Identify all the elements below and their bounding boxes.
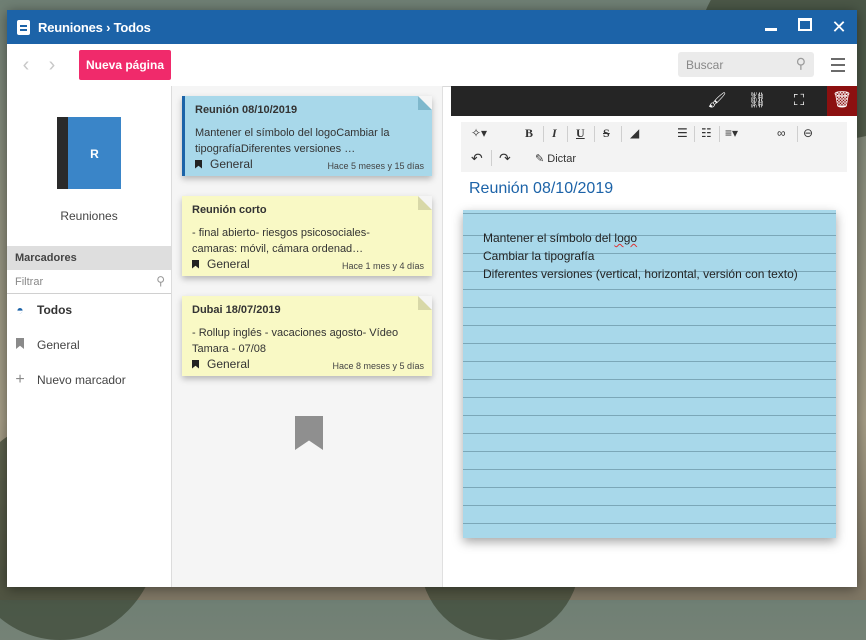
sidebar-item-todos[interactable]: ◓ Todos — [7, 299, 171, 321]
page-fold — [418, 96, 432, 110]
note-card[interactable]: Reunión corto - final abierto- riesgos p… — [182, 196, 432, 276]
plus-icon: + — [15, 371, 25, 388]
back-arrow-icon[interactable]: ‹ — [19, 54, 33, 77]
note-card-preview: Mantener el símbolo del logoCambiar la t… — [195, 127, 390, 155]
dictate-label: Dictar — [547, 153, 577, 165]
strikethrough-button[interactable]: S — [603, 126, 610, 141]
note-title[interactable]: Reunión 08/10/2019 — [469, 180, 613, 198]
filter-placeholder: Filtrar — [15, 275, 44, 288]
bookmark-icon — [192, 259, 199, 269]
sidebar: R Reuniones Marcadores Filtrar ⚲ ◓ Todos… — [7, 86, 172, 587]
link-icon[interactable]: ∞ — [777, 126, 786, 140]
bookmark-icon — [13, 338, 27, 352]
new-page-button[interactable]: Nueva página — [79, 50, 172, 80]
note-line: Diferentes versiones (vertical, horizont… — [483, 267, 798, 281]
note-editor: 🖌 ⛓ ⛶ 🗑 ✧▾ B I U S ◢ ☰ ☷ ≡▾ ∞ ⊖ ↶ ↷ ✎ Di… — [451, 86, 857, 587]
minimize-icon — [765, 28, 777, 31]
note-card-title: Dubai 18/07/2019 — [192, 304, 281, 316]
maximize-button[interactable] — [797, 18, 813, 36]
menu-icon[interactable] — [831, 58, 845, 76]
magic-wand-icon[interactable]: ✧▾ — [471, 126, 487, 140]
tag-label: General — [210, 157, 253, 171]
misspelled-word: logo — [614, 231, 638, 245]
note-card[interactable]: Dubai 18/07/2019 - Rollup inglés - vacac… — [182, 296, 432, 376]
bullet-list-icon[interactable]: ☰ — [677, 126, 688, 140]
pencil-icon: ✎ — [535, 153, 545, 165]
notebook-name: Reuniones — [60, 209, 118, 223]
numbered-list-icon[interactable]: ☷ — [701, 126, 712, 140]
tag-label: General — [207, 357, 250, 371]
title-bar: Reuniones › Todos ✕ — [7, 10, 857, 44]
note-line-text: Mantener el símbolo del — [483, 231, 615, 245]
note-card-tag: General — [192, 357, 250, 371]
sidebar-item-new-bookmark[interactable]: + Nuevo marcador — [7, 369, 171, 391]
bookmark-icon — [192, 359, 199, 369]
note-card-time: Hace 5 meses y 15 días — [327, 161, 424, 171]
note-card-title: Reunión corto — [192, 204, 267, 216]
brush-icon[interactable]: 🖌 — [707, 91, 727, 111]
bookmark-icon — [195, 159, 202, 169]
sidebar-item-label: Todos — [37, 303, 73, 317]
note-card-title: Reunión 08/10/2019 — [195, 104, 298, 116]
bold-button[interactable]: B — [525, 126, 533, 141]
delete-button[interactable]: 🗑 — [827, 86, 857, 116]
notebook-app-icon — [17, 19, 30, 35]
inbox-icon: ◓ — [16, 303, 24, 317]
search-input[interactable]: Buscar ⚲ — [678, 52, 814, 77]
fit-icon[interactable]: ⛶ — [789, 91, 809, 111]
undo-icon[interactable]: ↶ — [471, 150, 483, 167]
eraser-icon[interactable]: ◢ — [630, 126, 639, 140]
bookmark-icon — [295, 416, 323, 450]
filter-input[interactable]: Filtrar ⚲ — [7, 270, 171, 294]
underline-button[interactable]: U — [576, 126, 585, 141]
link-icon[interactable]: ⛓ — [747, 91, 767, 111]
redo-icon[interactable]: ↷ — [499, 150, 511, 167]
sidebar-item-label: General — [37, 338, 80, 352]
window-controls: ✕ — [763, 10, 847, 44]
page-fold — [418, 196, 432, 210]
main-toolbar: ‹ › Nueva página Buscar ⚲ — [7, 44, 857, 87]
bookmarks-header: Marcadores — [7, 246, 171, 270]
note-card-tag: General — [192, 257, 250, 271]
note-card-preview: - final abierto- riesgos psicosociales- … — [192, 227, 370, 255]
notebook-letter: R — [90, 147, 99, 161]
note-line: Cambiar la tipografía — [483, 249, 595, 263]
close-icon: ✕ — [831, 16, 847, 37]
window-title: Reuniones › Todos — [38, 19, 151, 35]
italic-button[interactable]: I — [552, 126, 557, 141]
note-card-time: Hace 8 meses y 5 días — [332, 361, 424, 371]
search-placeholder: Buscar — [686, 57, 724, 72]
note-card[interactable]: Reunión 08/10/2019 Mantener el símbolo d… — [182, 96, 432, 176]
tag-label: General — [207, 257, 250, 271]
app-window: Reuniones › Todos ✕ ‹ › Nueva página Bus… — [7, 10, 857, 587]
sidebar-item-label: Nuevo marcador — [37, 373, 126, 387]
note-card-preview: - Rollup inglés - vacaciones agosto- Víd… — [192, 327, 399, 355]
note-line: Mantener el símbolo del logo — [483, 231, 637, 245]
notebook-cover[interactable]: R — [57, 117, 121, 189]
sidebar-item-general[interactable]: General — [7, 334, 171, 356]
search-icon: ⚲ — [795, 55, 806, 71]
note-list: Reunión 08/10/2019 Mantener el símbolo d… — [172, 86, 443, 587]
align-icon[interactable]: ≡▾ — [725, 126, 738, 140]
format-toolbar: ✧▾ B I U S ◢ ☰ ☷ ≡▾ ∞ ⊖ ↶ ↷ ✎ Dictar — [461, 122, 847, 172]
dictate-button[interactable]: ✎ Dictar — [535, 152, 576, 165]
maximize-icon — [798, 18, 812, 31]
search-icon: ⚲ — [156, 274, 165, 288]
note-card-time: Hace 1 mes y 4 días — [341, 261, 424, 271]
minimize-button[interactable] — [763, 18, 779, 36]
forward-arrow-icon[interactable]: › — [45, 54, 59, 77]
editor-action-bar: 🖌 ⛓ ⛶ 🗑 — [451, 86, 857, 116]
trash-icon: 🗑 — [831, 92, 853, 109]
note-card-tag: General — [195, 157, 253, 171]
unlink-icon[interactable]: ⊖ — [803, 126, 813, 140]
note-content[interactable]: Mantener el símbolo del logo Cambiar la … — [463, 210, 836, 538]
close-button[interactable]: ✕ — [831, 17, 847, 38]
page-fold — [418, 296, 432, 310]
notebook-spine — [57, 117, 68, 189]
